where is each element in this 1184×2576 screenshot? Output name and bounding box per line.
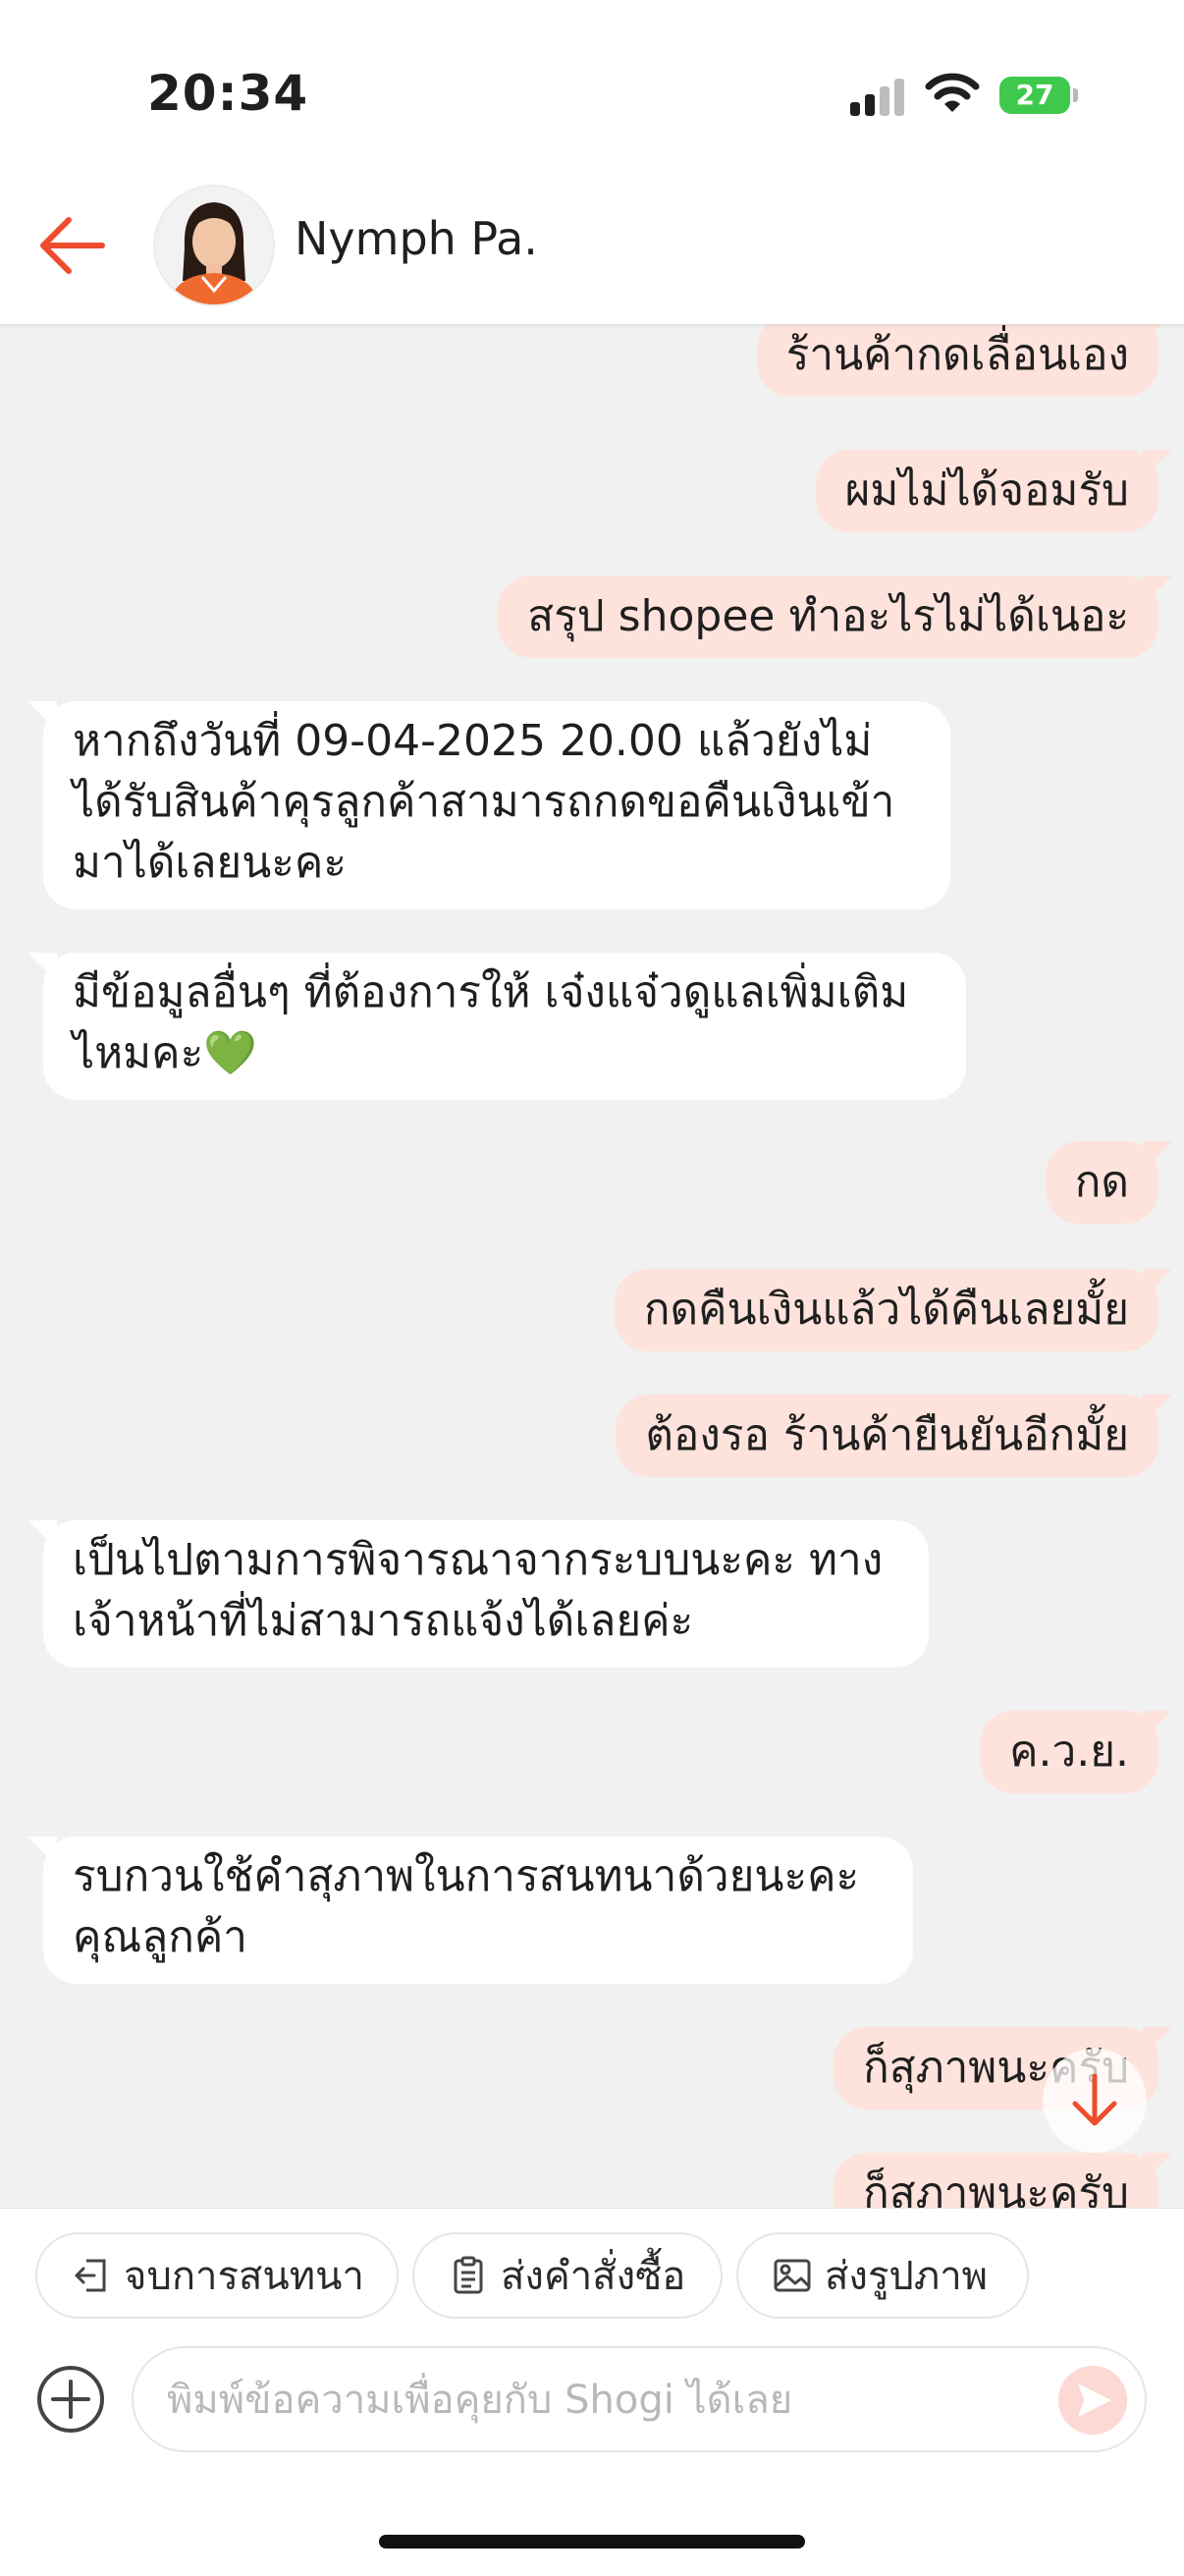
clipboard-icon (454, 2256, 483, 2294)
contact-name: Nymph Pa. (295, 212, 538, 265)
message-bubble-outgoing: กด (1045, 1141, 1158, 1224)
send-image-button[interactable]: ส่งรูปภาพ (736, 2232, 1029, 2319)
message-bubble-incoming: มีข้อมูลอื่นๆ ที่ต้องการให้ เจ๋งแจ๋วดูแล… (43, 953, 966, 1100)
status-time: 20:34 (147, 65, 309, 122)
send-order-button[interactable]: ส่งคำสั่งซื้อ (412, 2232, 723, 2319)
home-indicator (379, 2535, 805, 2549)
avatar[interactable] (153, 185, 275, 306)
agent-avatar-icon (155, 187, 273, 304)
message-bubble-incoming: รบกวนใช้คำสุภาพในการสนทนาด้วยนะคะ คุณลูก… (43, 1836, 913, 1984)
chat-header: Nymph Pa. (0, 167, 1184, 324)
message-bubble-outgoing: ก็สุภาพนะครับ (834, 2153, 1158, 2208)
wifi-icon (925, 73, 980, 112)
cellular-signal-icon (850, 77, 905, 116)
message-bubble-outgoing: ค.ว.ย. (980, 1711, 1158, 1793)
back-arrow-icon[interactable] (33, 208, 112, 283)
end-chat-button[interactable]: จบการสนทนา (35, 2232, 399, 2319)
composer-area: จบการสนทนา ส่งคำสั่งซื้อ ส่งรูปภาพ (0, 2208, 1184, 2576)
image-icon (774, 2259, 811, 2292)
add-attachment-button[interactable] (35, 2364, 106, 2435)
arrow-down-icon (1072, 2073, 1117, 2126)
send-button[interactable] (1058, 2366, 1127, 2435)
message-bubble-outgoing: สรุป shopee ทำอะไรไม่ได้เนอะ (498, 575, 1158, 658)
send-icon (1078, 2384, 1111, 2417)
message-bubble-outgoing: ผมไม่ได้จอมรับ (815, 450, 1158, 532)
exit-icon (75, 2259, 106, 2292)
message-bubble-incoming: หากถึงวันที่ 09-04-2025 20.00 แล้วยังไม่… (43, 701, 950, 909)
message-input[interactable] (165, 2368, 994, 2433)
battery-icon: 27 (999, 77, 1078, 114)
message-list[interactable]: ร้านค้ากดเลื่อนเอง ผมไม่ได้จอมรับ สรุป s… (0, 324, 1184, 2208)
message-bubble-outgoing: ต้องรอ ร้านค้ายืนยันอีกมั้ย (616, 1395, 1158, 1477)
status-bar: 20:34 27 (0, 0, 1184, 167)
message-bubble-incoming: เป็นไปตามการพิจารณาจากระบบนะคะ ทาง เจ้าห… (43, 1520, 929, 1668)
message-bubble-outgoing: ร้านค้ากดเลื่อนเอง (756, 324, 1158, 397)
message-bubble-outgoing: กดคืนเงินแล้วได้คืนเลยมั้ย (614, 1269, 1158, 1351)
scroll-to-bottom-button[interactable] (1043, 2049, 1147, 2153)
message-input-box (132, 2346, 1147, 2452)
